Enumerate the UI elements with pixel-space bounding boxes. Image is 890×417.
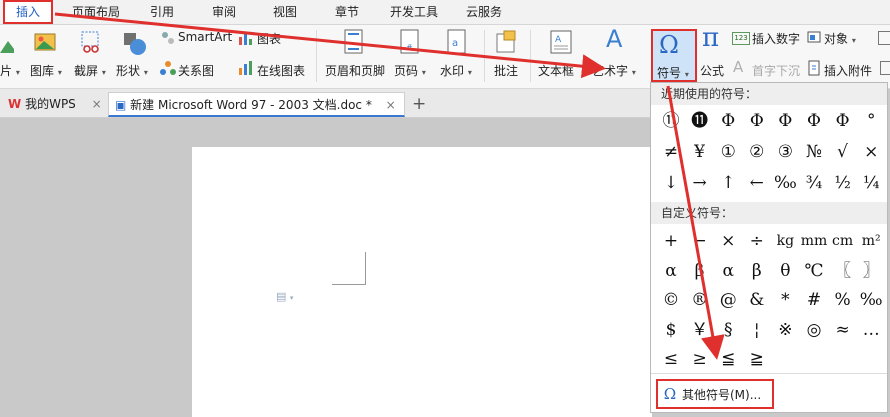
arrow-insert-to-symbol: [54, 12, 606, 79]
annotation-arrows: [54, 12, 725, 360]
arrow-symbol-to-more: [666, 85, 725, 360]
